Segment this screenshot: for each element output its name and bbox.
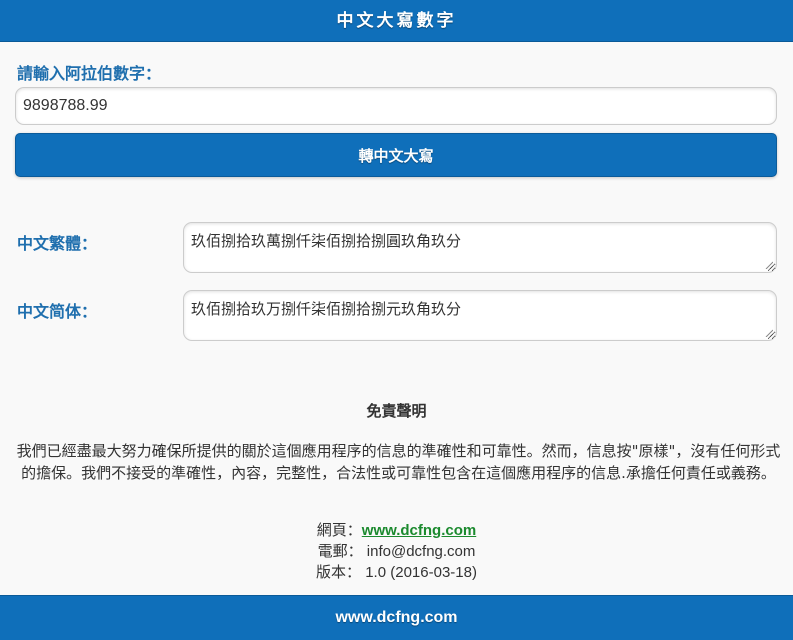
email-value: info@dcfng.com	[366, 543, 476, 560]
simplified-result-text: 玖佰捌拾玖万捌仟柒佰捌拾捌元玖角玖分	[191, 300, 462, 318]
email-row: 電郵： info@dcfng.com	[0, 540, 793, 561]
email-label: 電郵：	[317, 543, 363, 560]
website-row: 網頁：www.dcfng.com	[0, 519, 793, 540]
convert-button[interactable]: 轉中文大寫	[15, 133, 777, 177]
traditional-result-field[interactable]: 玖佰捌拾玖萬捌仟柒佰捌拾捌圓玖角玖分	[183, 222, 777, 273]
disclaimer-title: 免責聲明	[366, 402, 427, 420]
website-label: 網頁：	[316, 522, 362, 539]
footer-text: www.dcfng.com	[335, 609, 458, 626]
website-link[interactable]: www.dcfng.com	[362, 522, 476, 539]
number-input-label: 請輸入阿拉伯數字：	[17, 64, 162, 83]
resize-grip-icon[interactable]	[765, 329, 773, 337]
traditional-result-text: 玖佰捌拾玖萬捌仟柒佰捌拾捌圓玖角玖分	[191, 232, 462, 250]
version-value: 1.0 (2016-03-18)	[365, 564, 477, 581]
app-footer: www.dcfng.com	[0, 595, 793, 640]
number-input[interactable]	[15, 87, 777, 125]
version-row: 版本： 1.0 (2016-03-18)	[0, 561, 793, 582]
page-title: 中文大寫數字	[336, 11, 457, 31]
resize-grip-icon[interactable]	[765, 261, 773, 269]
simplified-result-field[interactable]: 玖佰捌拾玖万捌仟柒佰捌拾捌元玖角玖分	[183, 290, 777, 341]
version-label: 版本：	[316, 564, 362, 581]
disclaimer-text: 我們已經盡最大努力確保所提供的關於這個應用程序的信息的準確性和可靠性。然而，信息…	[16, 442, 781, 482]
app-header: 中文大寫數字	[0, 0, 793, 42]
traditional-result-label: 中文繁體：	[17, 234, 98, 253]
simplified-result-label: 中文简体：	[17, 302, 98, 321]
